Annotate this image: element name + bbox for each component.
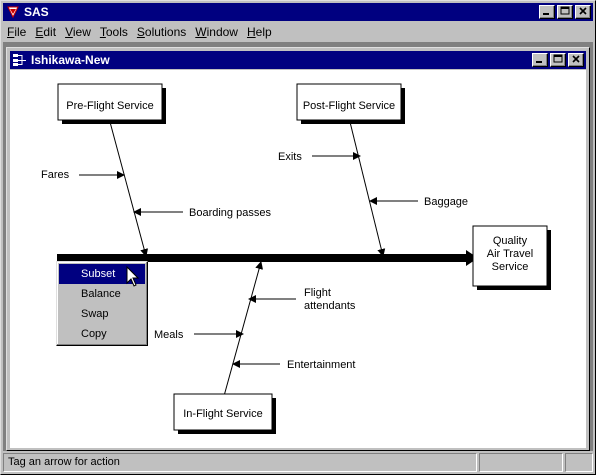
- close-button[interactable]: [575, 5, 591, 19]
- boarding-passes-label: Boarding passes: [189, 207, 271, 219]
- status-bar: Tag an arrow for action: [3, 453, 593, 472]
- menu-solutions[interactable]: Solutions: [133, 25, 190, 39]
- menu-bar: File Edit View Tools Solutions Window He…: [3, 22, 593, 41]
- effect-box[interactable]: Quality Air Travel Service: [472, 225, 551, 290]
- exits-label: Exits: [278, 151, 302, 163]
- post-flight-box[interactable]: Post-Flight Service: [296, 83, 405, 124]
- in-flight-bone-arrow[interactable]: [223, 261, 263, 397]
- in-flight-box[interactable]: In-Flight Service: [173, 393, 276, 434]
- child-title: Ishikawa-New: [31, 53, 110, 67]
- close-icon: [579, 7, 587, 15]
- diagram-window-icon[interactable]: [13, 53, 27, 67]
- close-icon: [572, 55, 580, 63]
- entertainment-label: Entertainment: [287, 359, 355, 371]
- menu-help[interactable]: Help: [243, 25, 276, 39]
- status-message: Tag an arrow for action: [3, 453, 477, 472]
- size-grip[interactable]: [565, 453, 593, 472]
- mouse-cursor-icon: [126, 266, 140, 287]
- menu-file[interactable]: File: [3, 25, 30, 39]
- child-maximize-button[interactable]: [550, 53, 566, 67]
- pre-flight-bone-arrow[interactable]: [109, 121, 149, 257]
- pre-flight-label: Pre-Flight Service: [66, 100, 153, 112]
- minimize-button[interactable]: [539, 5, 555, 19]
- sas-app-icon[interactable]: [6, 5, 20, 19]
- app-title: SAS: [24, 5, 49, 19]
- baggage-label: Baggage: [424, 196, 468, 208]
- maximize-button[interactable]: [557, 5, 573, 19]
- context-menu-swap[interactable]: Swap: [59, 304, 145, 324]
- child-close-button[interactable]: [568, 53, 584, 67]
- ishikawa-window: Ishikawa-New Pre-Flight Service Post-Fli…: [6, 47, 590, 451]
- child-minimize-button[interactable]: [532, 53, 548, 67]
- maximize-icon: [553, 54, 563, 63]
- post-flight-label: Post-Flight Service: [303, 100, 395, 112]
- minimize-icon: [536, 61, 542, 63]
- pre-flight-box[interactable]: Pre-Flight Service: [57, 83, 166, 124]
- flight-attendants-label-line-1: Flight: [304, 287, 331, 299]
- effect-line-2: Air Travel: [487, 248, 533, 260]
- effect-line-1: Quality: [493, 235, 528, 247]
- context-menu-copy[interactable]: Copy: [59, 324, 145, 344]
- menu-tools[interactable]: Tools: [96, 25, 132, 39]
- menu-view[interactable]: View: [61, 25, 95, 39]
- in-flight-label: In-Flight Service: [183, 408, 262, 420]
- post-flight-bone-arrow[interactable]: [349, 121, 386, 257]
- diagram-canvas[interactable]: Pre-Flight Service Post-Flight Service I…: [10, 70, 586, 448]
- minimize-icon: [543, 13, 549, 15]
- fares-label: Fares: [41, 169, 70, 181]
- flight-attendants-label-line-2: attendants: [304, 300, 356, 312]
- effect-line-3: Service: [492, 261, 529, 273]
- status-panel-2: [479, 453, 563, 472]
- menu-window[interactable]: Window: [191, 25, 242, 39]
- meals-label: Meals: [154, 329, 184, 341]
- app-title-bar[interactable]: SAS: [3, 3, 593, 21]
- child-title-bar[interactable]: Ishikawa-New: [10, 51, 586, 69]
- maximize-icon: [560, 6, 570, 15]
- menu-edit[interactable]: Edit: [31, 25, 60, 39]
